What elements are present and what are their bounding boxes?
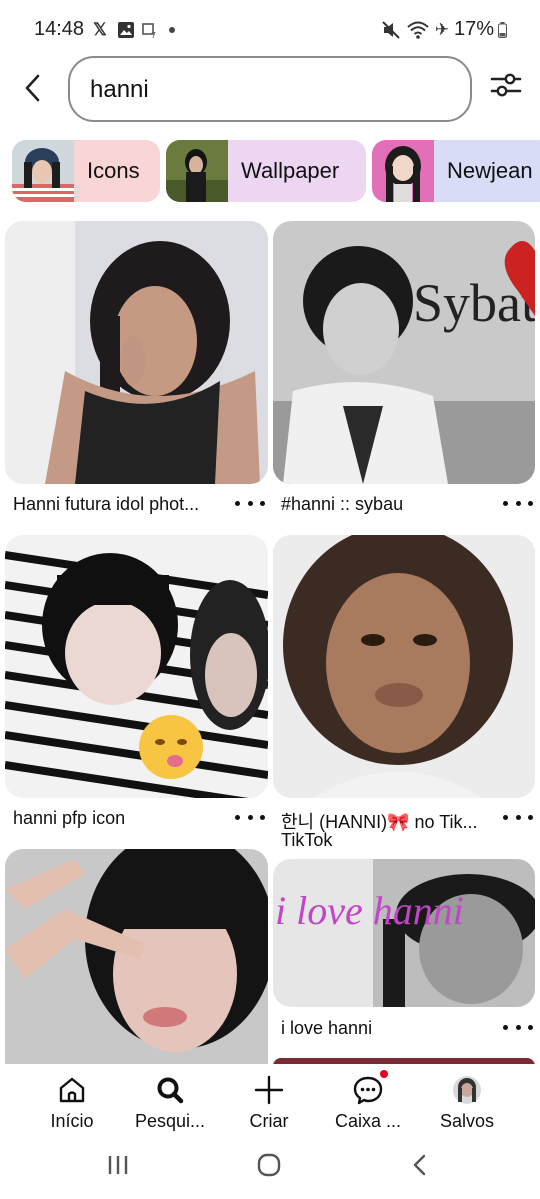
more-options-button[interactable] [503,808,533,826]
plus-icon [254,1075,284,1105]
search-bar[interactable] [68,56,472,122]
nav-label: Salvos [439,1111,495,1131]
svg-text:7: 7 [151,31,156,39]
suggestion-chips: Icons Wallpaper Newjean [0,140,540,202]
notification-dot [380,1070,388,1078]
more-options-button[interactable] [503,1018,533,1036]
more-options-button[interactable] [235,494,265,512]
chip-newjeans-thumbnail [372,140,434,202]
chevron-left-icon [25,74,40,102]
wifi-icon [406,19,430,41]
nav-inbox[interactable]: Caixa ... [318,1070,418,1136]
home-icon [59,1077,85,1103]
pin-image[interactable] [273,535,535,798]
battery-icon [496,19,508,41]
chip-label: Wallpaper [241,158,340,183]
recent-apps-icon[interactable] [106,1153,130,1177]
x-app-icon: 𝕏 [93,20,107,39]
nav-label: Criar [249,1111,289,1131]
more-options-button[interactable] [235,808,265,826]
pin-title: hanni pfp icon [13,808,126,828]
nav-label: Pesqui... [134,1111,206,1131]
pin-image[interactable]: i love hanni [273,859,535,1007]
gallery-icon [116,19,136,41]
chip-icons[interactable]: Icons [12,140,160,202]
back-button[interactable] [18,70,48,106]
status-bar: 14:48 𝕏 7 ✈ 17% [0,0,540,60]
airplane-icon: ✈ [434,20,450,39]
chip-label: Newjean [447,158,533,183]
home-system-icon[interactable] [257,1153,281,1177]
battery-percentage: 17% [454,18,495,40]
nav-search[interactable]: Pesqui... [120,1070,220,1136]
avatar [453,1076,481,1104]
pin-image[interactable] [5,849,268,1064]
pin-image[interactable] [5,221,268,484]
nav-label: Caixa ... [334,1111,402,1131]
bottom-navigation: Início Pesqui... Criar Caixa ... Salvos [0,1064,540,1139]
search-icon [157,1077,184,1104]
nav-saved[interactable]: Salvos [417,1070,517,1136]
pin-subtitle: TikTok [281,830,333,850]
search-input[interactable] [90,74,450,106]
ilovehanni-overlay-text: i love hanni [275,888,464,933]
pin-title: i love hanni [281,1018,373,1038]
calendar-icon: 7 [140,19,160,41]
pin-image[interactable] [5,535,268,798]
chip-newjeans[interactable]: Newjean [372,140,540,202]
mute-icon [380,19,402,41]
system-navigation-bar [0,1139,540,1199]
pin-image[interactable]: Sybau [273,221,535,484]
nav-home[interactable]: Início [22,1070,122,1136]
pin-title: Hanni futura idol phot... [13,494,200,514]
back-system-icon[interactable] [408,1153,432,1177]
more-notifications-icon [166,19,178,41]
chip-wallpaper-thumbnail [166,140,228,202]
chat-bubble-icon [353,1076,383,1105]
chip-icons-thumbnail [12,140,74,202]
chip-wallpaper[interactable]: Wallpaper [166,140,366,202]
nav-label: Início [50,1111,94,1131]
more-options-button[interactable] [503,494,533,512]
filter-sliders-icon [490,73,522,97]
filter-button[interactable] [489,68,523,102]
pin-title: #hanni :: sybau [281,494,404,514]
status-time: 14:48 [34,18,85,40]
nav-create[interactable]: Criar [219,1070,319,1136]
chip-label: Icons [87,158,140,183]
